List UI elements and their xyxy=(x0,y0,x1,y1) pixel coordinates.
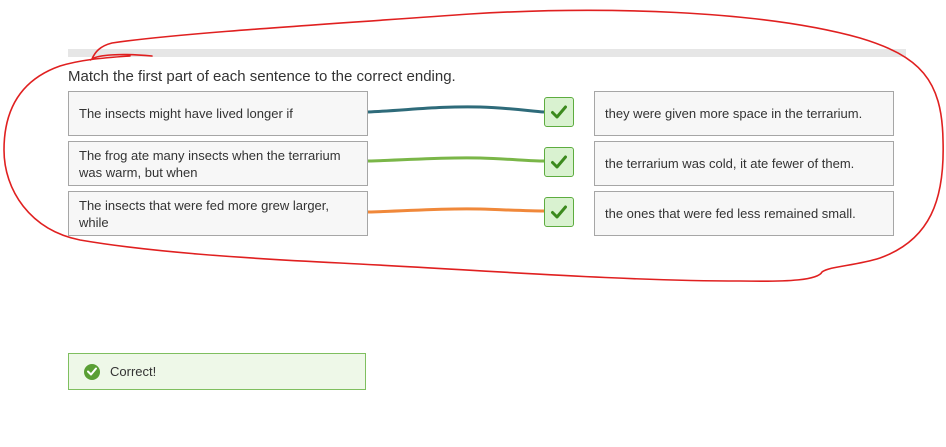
feedback-text: Correct! xyxy=(110,364,157,379)
match-left-item[interactable]: The frog ate many insects when the terra… xyxy=(68,141,368,186)
match-right-text: the terrarium was cold, it ate fewer of … xyxy=(605,156,855,171)
correct-check-icon xyxy=(544,147,574,177)
match-right-text: they were given more space in the terrar… xyxy=(605,106,863,121)
match-left-text: The insects might have lived longer if xyxy=(79,106,293,121)
match-left-text: The insects that were fed more grew larg… xyxy=(79,197,330,230)
progress-divider xyxy=(68,49,906,57)
correct-check-icon xyxy=(544,97,574,127)
correct-check-icon xyxy=(544,197,574,227)
connector-line-2 xyxy=(367,156,545,163)
match-right-item[interactable]: they were given more space in the terrar… xyxy=(594,91,894,136)
check-circle-icon xyxy=(84,363,100,380)
match-right-text: the ones that were fed less remained sma… xyxy=(605,206,856,221)
match-left-item[interactable]: The insects might have lived longer if xyxy=(68,91,368,136)
match-right-item[interactable]: the terrarium was cold, it ate fewer of … xyxy=(594,141,894,186)
question-prompt: Match the first part of each sentence to… xyxy=(68,68,456,85)
feedback-banner: Correct! xyxy=(68,353,366,390)
connector-line-1 xyxy=(367,105,545,114)
match-left-text: The frog ate many insects when the terra… xyxy=(79,147,341,180)
match-left-item[interactable]: The insects that were fed more grew larg… xyxy=(68,191,368,236)
connector-line-3 xyxy=(367,207,545,214)
match-right-item[interactable]: the ones that were fed less remained sma… xyxy=(594,191,894,236)
